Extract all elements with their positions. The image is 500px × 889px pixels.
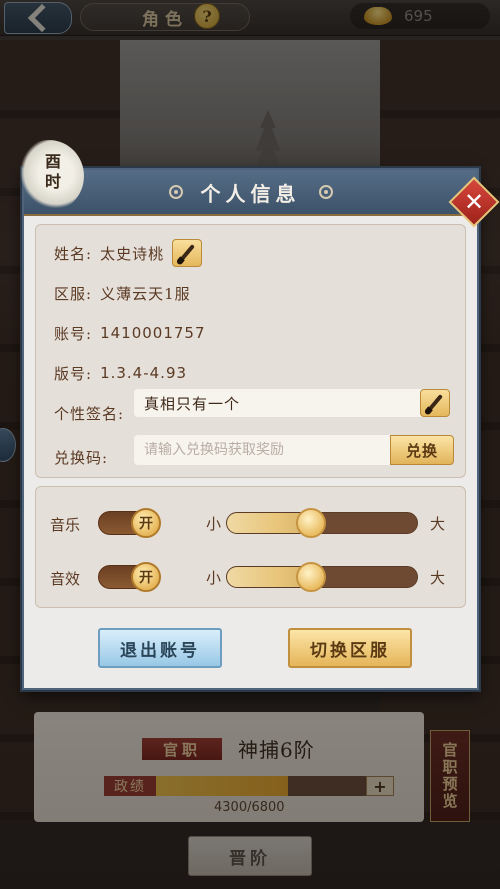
music-max-label: 大 — [430, 515, 446, 533]
switch-server-button[interactable]: 切换区服 — [288, 628, 412, 668]
time-badge: 酉时 — [44, 152, 61, 191]
version-label: 版号: — [54, 364, 93, 383]
music-min-label: 小 — [206, 515, 222, 533]
sfx-min-label: 小 — [206, 569, 222, 587]
version-value: 1.3.4-4.93 — [100, 364, 188, 382]
sfx-volume-slider[interactable] — [226, 562, 418, 592]
code-row: 兑换码: — [54, 443, 108, 471]
sfx-toggle-knob: 开 — [131, 562, 161, 592]
server-value: 义薄云天1服 — [100, 284, 191, 303]
music-volume-slider[interactable] — [226, 508, 418, 538]
sfx-row: 音效 开 小 大 — [50, 562, 460, 593]
sfx-toggle[interactable]: 开 — [98, 562, 161, 592]
name-row: 姓名: 太史诗桃 — [54, 239, 203, 267]
brush-icon — [427, 394, 443, 412]
version-row: 版号: 1.3.4-4.93 — [54, 359, 187, 387]
name-label: 姓名: — [54, 244, 93, 263]
signature-label: 个性签名: — [54, 404, 125, 423]
name-value: 太史诗桃 — [100, 244, 165, 263]
dialog-header: 个人信息 — [24, 170, 477, 216]
server-row: 区服: 义薄云天1服 — [54, 279, 191, 307]
signature-value: 真相只有一个 — [144, 394, 241, 413]
music-toggle[interactable]: 开 — [98, 508, 161, 538]
code-label: 兑换码: — [54, 448, 109, 467]
redeem-code-input[interactable] — [134, 435, 390, 465]
music-row: 音乐 开 小 大 — [50, 508, 460, 539]
account-row: 账号: 1410001757 — [54, 319, 206, 347]
account-label: 账号: — [54, 324, 93, 343]
profile-dialog: 个人信息 姓名: 太史诗桃 区服: 义薄云天1服 账号: 1410001757 … — [22, 168, 479, 690]
music-slider-thumb[interactable] — [295, 508, 326, 538]
music-toggle-knob: 开 — [131, 508, 161, 538]
sfx-slider-thumb[interactable] — [295, 562, 326, 592]
ornament-icon — [168, 185, 183, 199]
edit-signature-button[interactable] — [420, 389, 450, 417]
signature-row: 个性签名: — [54, 399, 124, 427]
close-icon: ✕ — [463, 187, 485, 216]
dialog-title: 个人信息 — [200, 181, 301, 206]
logout-button[interactable]: 退出账号 — [98, 628, 222, 668]
brush-icon — [179, 244, 196, 262]
ornament-icon — [318, 185, 333, 199]
redeem-button[interactable]: 兑换 — [390, 435, 454, 465]
audio-panel: 音乐 开 小 大 音效 开 小 大 — [35, 486, 466, 608]
redeem-code-field: 兑换 — [134, 435, 454, 465]
signature-field[interactable]: 真相只有一个 — [134, 389, 450, 417]
sfx-label: 音效 — [50, 570, 81, 588]
account-value: 1410001757 — [100, 324, 206, 342]
sfx-max-label: 大 — [430, 569, 446, 587]
music-label: 音乐 — [50, 516, 81, 534]
edit-name-button[interactable] — [172, 239, 203, 267]
server-label: 区服: — [54, 284, 93, 303]
